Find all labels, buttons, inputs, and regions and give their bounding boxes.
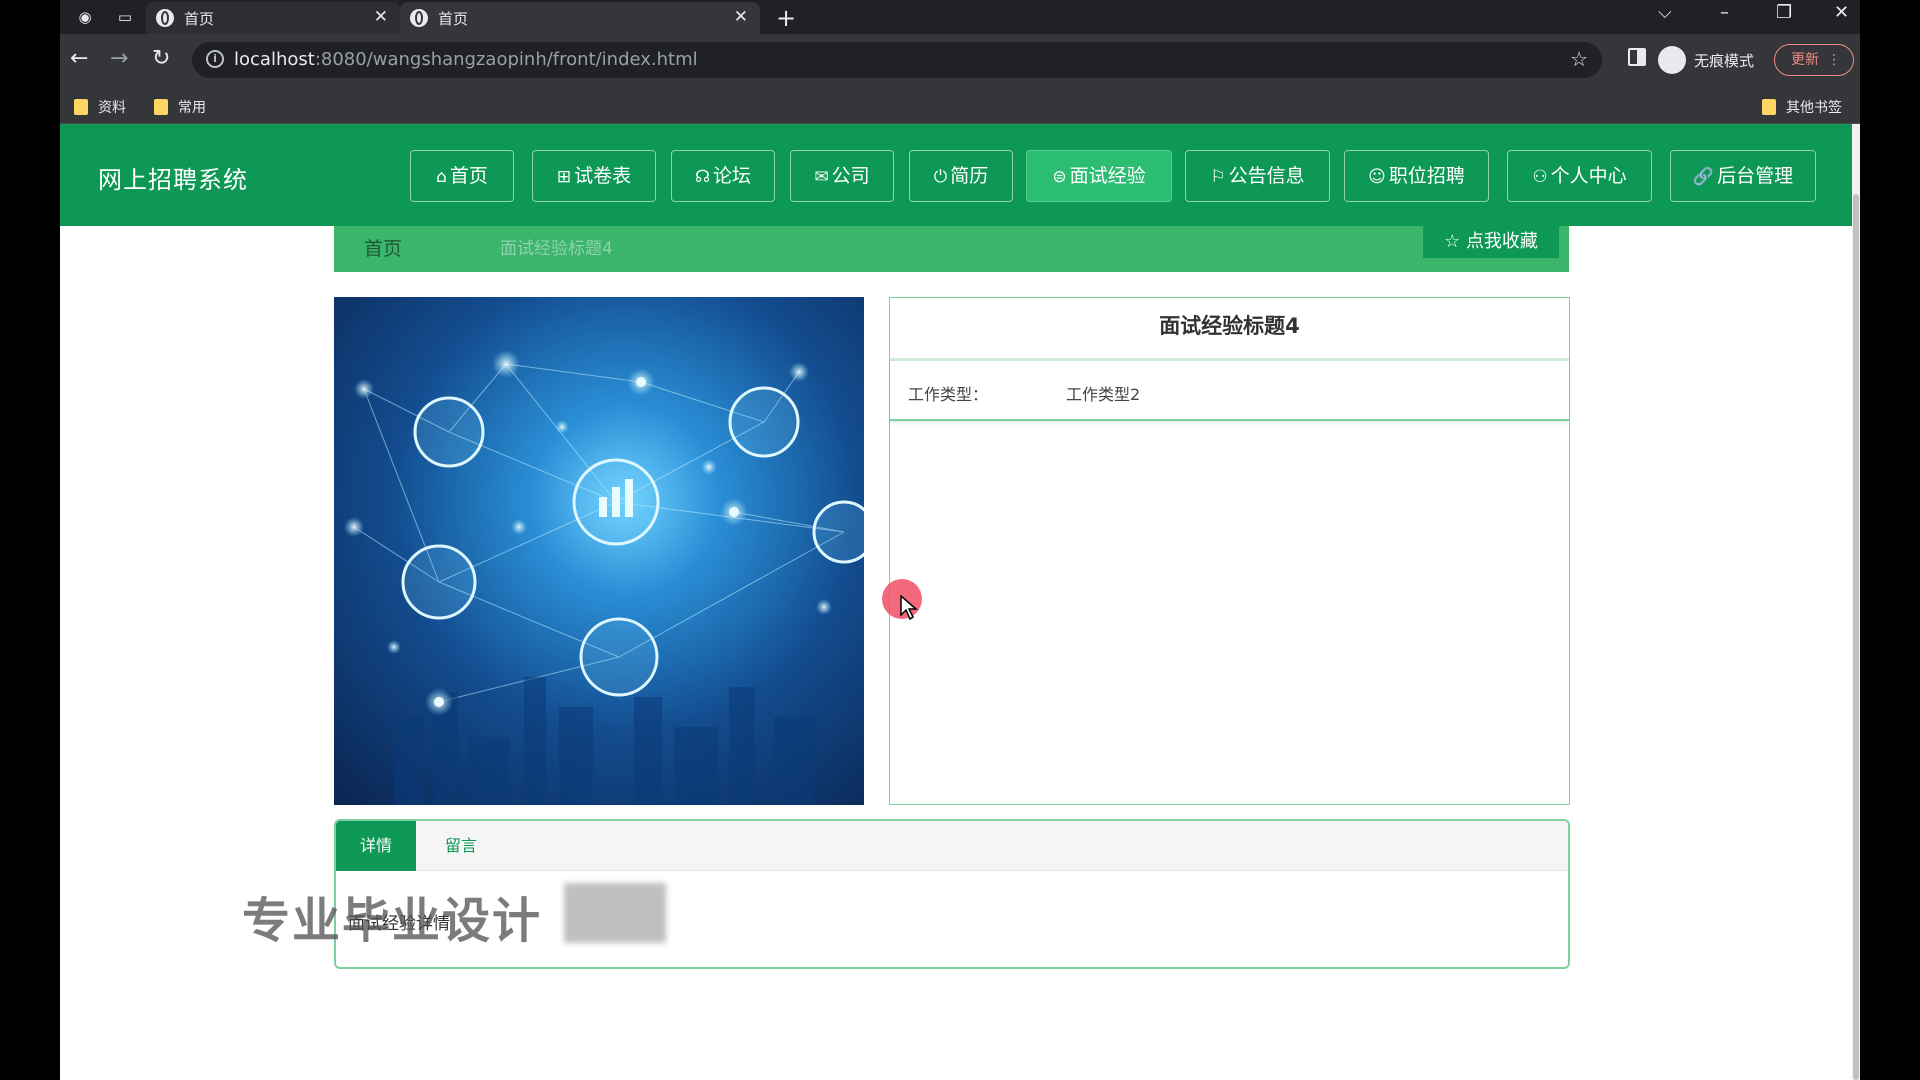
incognito-avatar-icon[interactable]: [1658, 46, 1686, 74]
network-illustration: [344, 350, 864, 805]
more-menu-icon[interactable]: ⋮: [1827, 45, 1841, 75]
nav-personal-center[interactable]: ⚇ 个人中心: [1507, 150, 1652, 202]
browser-tab-1[interactable]: 首页 ✕: [146, 2, 400, 34]
address-bar[interactable]: i localhost:8080/wangshangzaopinh/front/…: [192, 42, 1602, 78]
info-icon[interactable]: i: [206, 50, 224, 68]
detail-title: 面试经验标题4: [890, 298, 1569, 361]
browser-menu-icon[interactable]: ◉: [74, 6, 96, 28]
nav-announcements[interactable]: ⚐ 公告信息: [1185, 150, 1330, 202]
browser-toolbar: ← → ↻ i localhost:8080/wangshangzaopinh/…: [60, 34, 1860, 88]
nav-label: 首页: [449, 165, 488, 187]
mail-icon: ✉: [814, 167, 829, 187]
nav-label: 试卷表: [574, 165, 632, 187]
favorite-label: 点我收藏: [1465, 231, 1538, 252]
url-host: localhost: [234, 49, 315, 70]
field-label: 工作类型：: [908, 385, 989, 404]
other-bookmarks[interactable]: 其他书签: [1762, 97, 1842, 117]
nav-admin[interactable]: 🔗 后台管理: [1670, 150, 1816, 202]
window-close-icon[interactable]: ✕: [1834, 2, 1849, 23]
nav-label: 面试经验: [1069, 165, 1146, 187]
screen-right-border: [1860, 0, 1920, 1080]
detail-info-box: 面试经验标题4 工作类型： 工作类型2: [889, 297, 1570, 805]
bookmark-label: 其他书签: [1786, 100, 1842, 116]
bookmarks-bar: 资料 常用 其他书签: [60, 88, 1860, 124]
side-panel-icon[interactable]: [1628, 48, 1646, 66]
tab-messages[interactable]: 留言: [416, 821, 506, 871]
nav-job-postings[interactable]: ☺ 职位招聘: [1344, 150, 1489, 202]
user-icon: ⚇: [1532, 167, 1548, 187]
field-value: 工作类型2: [1066, 385, 1141, 404]
scrollbar-thumb[interactable]: [1853, 194, 1859, 1080]
site-header: 网上招聘系统 ⌂ 首页 ⊞ 试卷表 ☊ 论坛 ✉ 公司 ⏻ 简历 ⊜ 面试经验 ⚐ 公告信息 …: [60, 124, 1852, 226]
bookmark-folder-ziliao[interactable]: 资料: [74, 97, 126, 117]
star-icon: ☆: [1444, 231, 1461, 252]
watermark-blur: [564, 883, 666, 943]
nav-label: 后台管理: [1717, 165, 1794, 187]
watermark-text: 专业毕业设计: [242, 893, 543, 949]
home-icon: ⌂: [436, 167, 447, 187]
site-title: 网上招聘系统: [98, 166, 248, 194]
folder-icon: [74, 99, 88, 115]
restore-icon[interactable]: ❐: [1776, 2, 1792, 23]
reload-icon[interactable]: ↻: [152, 46, 170, 71]
tab-details[interactable]: 详情: [336, 821, 416, 871]
browser-window: ◉ ▭ 首页 ✕ 首页 ✕ + ⌵ – ❐ ✕ ← → ↻ i localhos…: [60, 0, 1860, 1080]
new-tab-icon[interactable]: +: [776, 4, 796, 32]
nav-interview-experience[interactable]: ⊜ 面试经验: [1026, 150, 1172, 202]
nav-company[interactable]: ✉ 公司: [790, 150, 894, 202]
nav-label: 职位招聘: [1388, 165, 1465, 187]
bookmark-label: 资料: [98, 100, 126, 116]
nav-label: 公司: [831, 165, 870, 187]
tab-list-chevron-icon[interactable]: ⌵: [1658, 2, 1672, 23]
breadcrumb-current: 面试经验标题4: [500, 239, 613, 259]
hero-image: [334, 297, 864, 805]
tab-search-icon[interactable]: ▭: [114, 6, 136, 28]
folder-icon: [154, 99, 168, 115]
screen-left-border: [0, 0, 60, 1080]
nav-label: 论坛: [713, 165, 752, 187]
chat-icon: ☊: [694, 167, 711, 187]
bookmark-folder-changyong[interactable]: 常用: [154, 97, 206, 117]
url-path: :8080/wangshangzaopinh/front/index.html: [314, 49, 698, 70]
page-scrollbar[interactable]: [1852, 124, 1860, 1080]
browser-tab-title: 首页: [184, 10, 215, 28]
detail-field-row: 工作类型： 工作类型2: [890, 361, 1569, 421]
incognito-label[interactable]: 无痕模式: [1694, 50, 1754, 71]
update-label: 更新: [1791, 52, 1819, 68]
tab-strip: ◉ ▭ 首页 ✕ 首页 ✕ + ⌵ – ❐ ✕: [60, 0, 1860, 34]
forward-arrow-icon[interactable]: →: [110, 46, 128, 71]
close-icon[interactable]: ✕: [374, 7, 388, 27]
flag-icon: ⚐: [1210, 167, 1226, 187]
breadcrumb-home[interactable]: 首页: [364, 234, 402, 261]
power-icon: ⏻: [933, 167, 948, 187]
minimize-icon[interactable]: –: [1720, 2, 1729, 23]
mouse-cursor-icon: [900, 595, 918, 621]
breadcrumb: 首页 面试经验标题4 ☆ 点我收藏: [334, 226, 1569, 272]
nav-home[interactable]: ⌂ 首页: [410, 150, 514, 202]
gift-icon: ⊞: [556, 167, 572, 187]
close-icon[interactable]: ✕: [734, 7, 748, 27]
nav-forum[interactable]: ☊ 论坛: [671, 150, 775, 202]
globe-icon: [410, 9, 428, 27]
globe-icon: [156, 9, 174, 27]
address-url[interactable]: localhost:8080/wangshangzaopinh/front/in…: [234, 49, 698, 70]
browser-tab-title: 首页: [438, 10, 469, 28]
nav-label: 简历: [950, 165, 989, 187]
page-content: 网上招聘系统 ⌂ 首页 ⊞ 试卷表 ☊ 论坛 ✉ 公司 ⏻ 简历 ⊜ 面试经验 ⚐ 公告信息 …: [60, 124, 1852, 1080]
tabs-header: 详情 留言: [336, 821, 1568, 871]
bookmark-label: 常用: [178, 100, 206, 116]
folder-icon: [1762, 99, 1776, 115]
link-icon: 🔗: [1692, 167, 1715, 187]
nav-resume[interactable]: ⏻ 简历: [909, 150, 1013, 202]
nav-label: 个人中心: [1550, 165, 1627, 187]
database-icon: ⊜: [1052, 167, 1067, 187]
nav-exam-papers[interactable]: ⊞ 试卷表: [532, 150, 656, 202]
browser-tab-2[interactable]: 首页 ✕: [400, 2, 760, 34]
favorite-button[interactable]: ☆ 点我收藏: [1423, 226, 1559, 258]
smile-icon: ☺: [1368, 167, 1386, 187]
nav-label: 公告信息: [1228, 165, 1305, 187]
bookmark-star-icon[interactable]: ☆: [1570, 47, 1588, 71]
update-button[interactable]: 更新 ⋮: [1774, 44, 1854, 76]
back-arrow-icon[interactable]: ←: [70, 46, 88, 71]
